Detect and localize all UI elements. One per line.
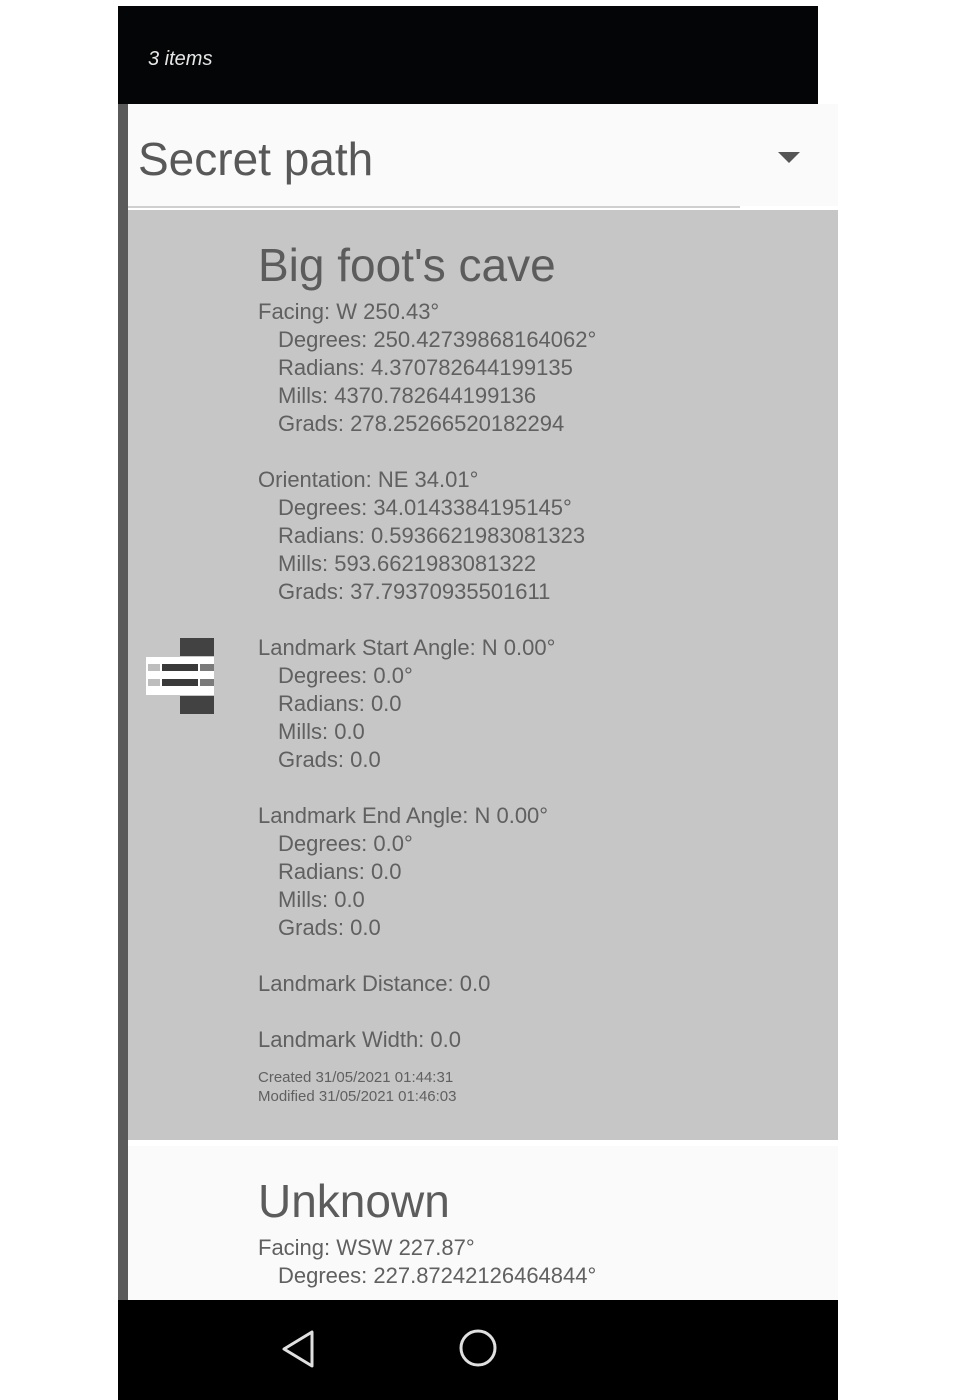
home-circle-icon[interactable]: [458, 1328, 498, 1368]
drag-reorder-icon[interactable]: [146, 638, 216, 714]
start-angle-degrees: Degrees: 0.0°: [278, 663, 413, 688]
navigation-bar: [118, 1300, 838, 1400]
end-angle-label: Landmark End Angle: N 0.00°: [258, 803, 549, 828]
spinner-selected-value: Secret path: [138, 133, 374, 185]
start-angle-mills: Mills: 0.0: [278, 719, 365, 744]
phone-screen: 3 items Secret path Big foot's cave Faci…: [118, 0, 838, 1400]
facing-degrees: Degrees: 227.87242126464844°: [278, 1263, 597, 1288]
facing-radians: Radians: 4.370782644199135: [278, 355, 573, 380]
facing-mills: Mills: 4370.782644199136: [278, 383, 537, 408]
created-timestamp: Created 31/05/2021 01:44:31: [258, 1069, 454, 1086]
orientation-radians: Radians: 0.5936621983081323: [278, 523, 586, 548]
facing-label: Facing: W 250.43°: [258, 299, 440, 324]
path-spinner[interactable]: Secret path: [128, 104, 838, 208]
landmark-distance: Landmark Distance: 0.0: [258, 971, 491, 996]
facing-label: Facing: WSW 227.87°: [258, 1235, 475, 1260]
start-angle-radians: Radians: 0.0: [278, 691, 402, 716]
top-bar: 3 items: [118, 6, 818, 104]
timestamps: Created 31/05/2021 01:44:31 Modified 31/…: [258, 1068, 596, 1106]
landmark-title: Big foot's cave: [258, 239, 556, 291]
landmark-title: Unknown: [258, 1175, 450, 1227]
facing-grads: Grads: 278.25266520182294: [278, 411, 565, 436]
end-angle-grads: Grads: 0.0: [278, 915, 381, 940]
modified-timestamp: Modified 31/05/2021 01:46:03: [258, 1088, 457, 1105]
start-angle-label: Landmark Start Angle: N 0.00°: [258, 635, 556, 660]
spinner-underline: [128, 206, 740, 208]
landmark-width: Landmark Width: 0.0: [258, 1027, 461, 1052]
orientation-grads: Grads: 37.79370935501611: [278, 579, 551, 604]
back-triangle-icon[interactable]: [278, 1328, 318, 1370]
dropdown-arrow-icon[interactable]: [778, 152, 800, 163]
landmark-details: Facing: W 250.43° Degrees: 250.427398681…: [258, 298, 596, 1106]
left-rail: [118, 104, 128, 1300]
end-angle-degrees: Degrees: 0.0°: [278, 831, 413, 856]
facing-degrees: Degrees: 250.42739868164062°: [278, 327, 597, 352]
item-count: 3 items: [148, 48, 213, 70]
start-angle-grads: Grads: 0.0: [278, 747, 381, 772]
end-angle-mills: Mills: 0.0: [278, 887, 365, 912]
orientation-degrees: Degrees: 34.0143384195145°: [278, 495, 572, 520]
landmark-card[interactable]: Unknown Facing: WSW 227.87° Degrees: 227…: [128, 1146, 838, 1306]
end-angle-radians: Radians: 0.0: [278, 859, 402, 884]
landmark-details: Facing: WSW 227.87° Degrees: 227.8724212…: [258, 1234, 596, 1290]
orientation-mills: Mills: 593.6621983081322: [278, 551, 537, 576]
landmark-card-selected[interactable]: Big foot's cave Facing: W 250.43° Degree…: [128, 210, 838, 1140]
orientation-label: Orientation: NE 34.01°: [258, 467, 479, 492]
